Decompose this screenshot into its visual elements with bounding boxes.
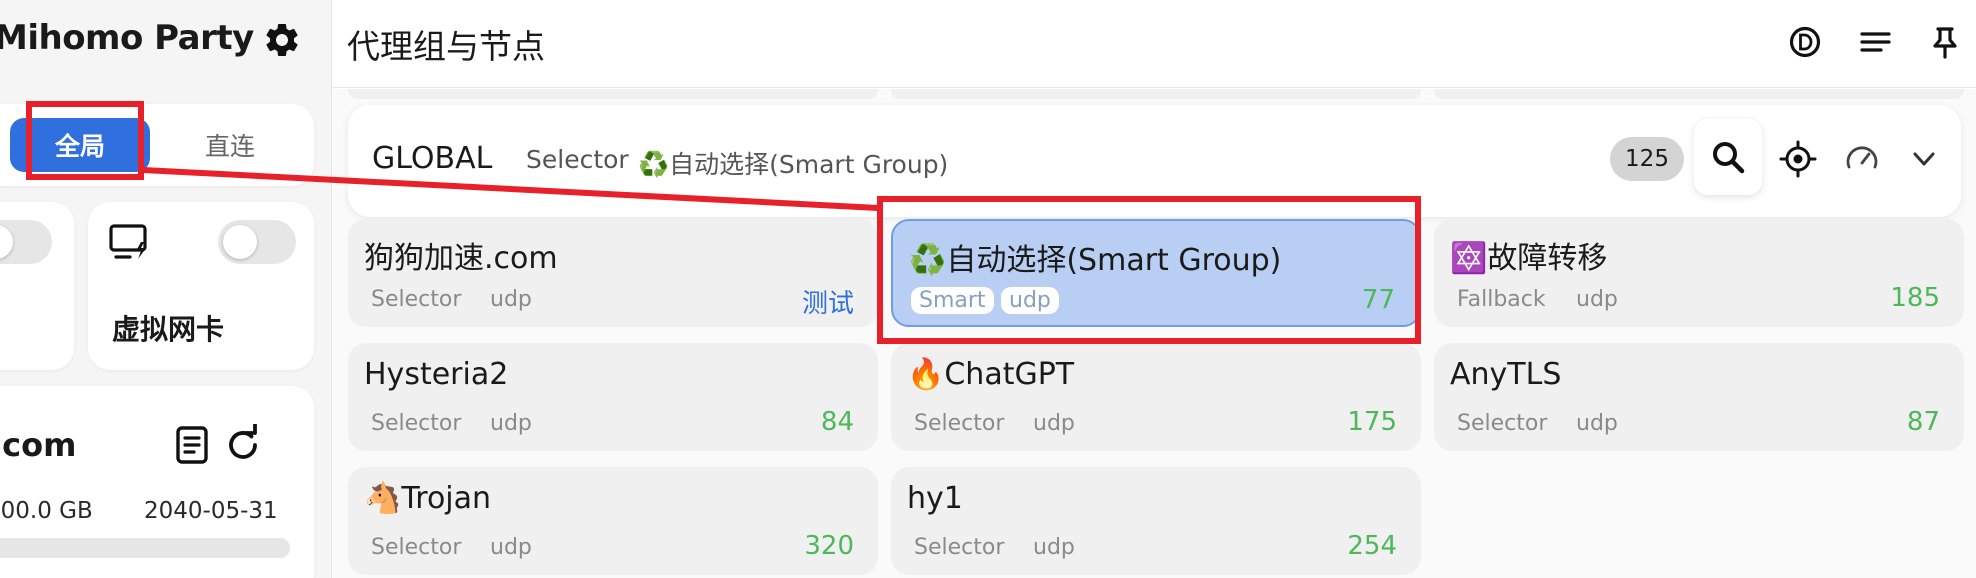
proxy-card[interactable]: 🔥ChatGPT Selector udp 175 bbox=[891, 343, 1421, 451]
proxy-card[interactable]: ♻️自动选择(Smart Group) Smart udp 77 bbox=[891, 219, 1421, 327]
proxy-type: Selector bbox=[371, 411, 462, 436]
sidebar: Mihomo Party 全局 直连 虚拟网卡 .com 500.0 GB bbox=[0, 0, 332, 578]
network-card-icon bbox=[109, 224, 147, 259]
mode-switch: 全局 直连 bbox=[0, 104, 314, 186]
proxy-type: Selector bbox=[371, 535, 462, 560]
card-edge-above bbox=[891, 89, 1421, 99]
proxy-type: Selector bbox=[1457, 411, 1548, 436]
speed-test-gauge-icon[interactable] bbox=[1842, 139, 1882, 179]
proxy-name: hy1 bbox=[907, 481, 963, 516]
proxy-type: Selector bbox=[914, 535, 1005, 560]
proxy-udp-tag: udp bbox=[1576, 287, 1618, 312]
proxy-delay: 77 bbox=[1361, 285, 1395, 315]
proxy-card[interactable]: hy1 Selector udp 254 bbox=[891, 467, 1421, 575]
proxy-delay: 84 bbox=[820, 407, 854, 437]
tun-label: 虚拟网卡 bbox=[112, 313, 225, 346]
proxy-delay: 254 bbox=[1347, 531, 1397, 561]
tun-toggle[interactable] bbox=[218, 220, 296, 264]
app-title: Mihomo Party bbox=[0, 18, 254, 58]
group-type: Selector bbox=[526, 145, 629, 174]
proxy-card[interactable]: 狗狗加速.com Selector udp 测试 bbox=[348, 219, 878, 327]
proxy-type: Selector bbox=[914, 411, 1005, 436]
card-edge-above bbox=[348, 89, 878, 99]
proxy-udp-tag: udp bbox=[490, 411, 532, 436]
proxy-name: Hysteria2 bbox=[364, 357, 509, 392]
card-edge-above bbox=[1434, 89, 1964, 99]
search-icon bbox=[1713, 142, 1745, 174]
menu-lines-icon[interactable] bbox=[1855, 22, 1895, 62]
proxy-delay: 320 bbox=[804, 531, 854, 561]
proxy-card[interactable]: AnyTLS Selector udp 87 bbox=[1434, 343, 1964, 451]
proxy-count-badge: 125 bbox=[1610, 137, 1684, 181]
proxy-udp-tag: udp bbox=[1033, 411, 1075, 436]
refresh-icon[interactable] bbox=[222, 424, 264, 466]
proxy-delay: 87 bbox=[1906, 407, 1940, 437]
proxy-delay: 175 bbox=[1347, 407, 1397, 437]
proxy-type: Selector bbox=[371, 287, 462, 312]
global-group-header[interactable]: GLOBAL Selector ♻️自动选择(Smart Group) 125 bbox=[348, 105, 1961, 217]
proxy-udp-tag: udp bbox=[1576, 411, 1618, 436]
proxy-name: AnyTLS bbox=[1450, 357, 1562, 392]
proxy-name: 🐴Trojan bbox=[364, 481, 492, 516]
group-name: GLOBAL bbox=[372, 141, 493, 176]
proxy-udp-tag: udp bbox=[490, 535, 532, 560]
settings-gear-icon[interactable] bbox=[262, 20, 302, 60]
sysproxy-toggle[interactable] bbox=[0, 220, 52, 264]
main-panel: 代理组与节点 GLOBAL Selector ♻️自动选择(Smart Grou… bbox=[333, 0, 1976, 578]
mode-global-button[interactable]: 全局 bbox=[10, 118, 150, 172]
tun-card[interactable]: 虚拟网卡 bbox=[88, 202, 314, 370]
traffic-progress-bar bbox=[0, 538, 290, 558]
profile-name: .com bbox=[0, 426, 77, 464]
page-title: 代理组与节点 bbox=[347, 27, 545, 66]
proxy-delay: 185 bbox=[1890, 283, 1940, 313]
pin-icon[interactable] bbox=[1925, 22, 1965, 62]
proxy-card[interactable]: Hysteria2 Selector udp 84 bbox=[348, 343, 878, 451]
proxy-type: Fallback bbox=[1457, 287, 1546, 312]
proxy-card[interactable]: 🐴Trojan Selector udp 320 bbox=[348, 467, 878, 575]
proxy-name: 🔯故障转移 bbox=[1450, 241, 1608, 276]
group-current-proxy: ♻️自动选择(Smart Group) bbox=[638, 150, 949, 179]
proxy-name: ♻️自动选择(Smart Group) bbox=[909, 243, 1282, 278]
delay-test-button[interactable]: 测试 bbox=[802, 283, 854, 320]
profile-card[interactable]: .com 500.0 GB 2040-05-31 bbox=[0, 386, 314, 578]
search-button[interactable] bbox=[1694, 119, 1762, 195]
proxy-card[interactable]: 🔯故障转移 Fallback udp 185 bbox=[1434, 219, 1964, 327]
proxy-udp-tag: udp bbox=[1001, 287, 1059, 314]
proxy-udp-tag: udp bbox=[1033, 535, 1075, 560]
document-icon[interactable] bbox=[172, 424, 212, 466]
sysproxy-card bbox=[0, 202, 74, 370]
mode-direct-button[interactable]: 直连 bbox=[160, 118, 300, 172]
locate-icon[interactable] bbox=[1778, 139, 1818, 179]
chevron-down-icon[interactable] bbox=[1904, 139, 1944, 179]
proxy-name: 🔥ChatGPT bbox=[907, 357, 1075, 392]
proxy-udp-tag: udp bbox=[490, 287, 532, 312]
expire-date: 2040-05-31 bbox=[144, 498, 278, 524]
proxy-type: Smart bbox=[911, 287, 994, 314]
d-circle-icon[interactable] bbox=[1785, 22, 1825, 62]
topbar: 代理组与节点 bbox=[333, 0, 1976, 88]
proxy-name: 狗狗加速.com bbox=[364, 241, 558, 276]
proxy-groups-content: GLOBAL Selector ♻️自动选择(Smart Group) 125 bbox=[333, 89, 1976, 578]
traffic-used: 500.0 GB bbox=[0, 498, 93, 524]
